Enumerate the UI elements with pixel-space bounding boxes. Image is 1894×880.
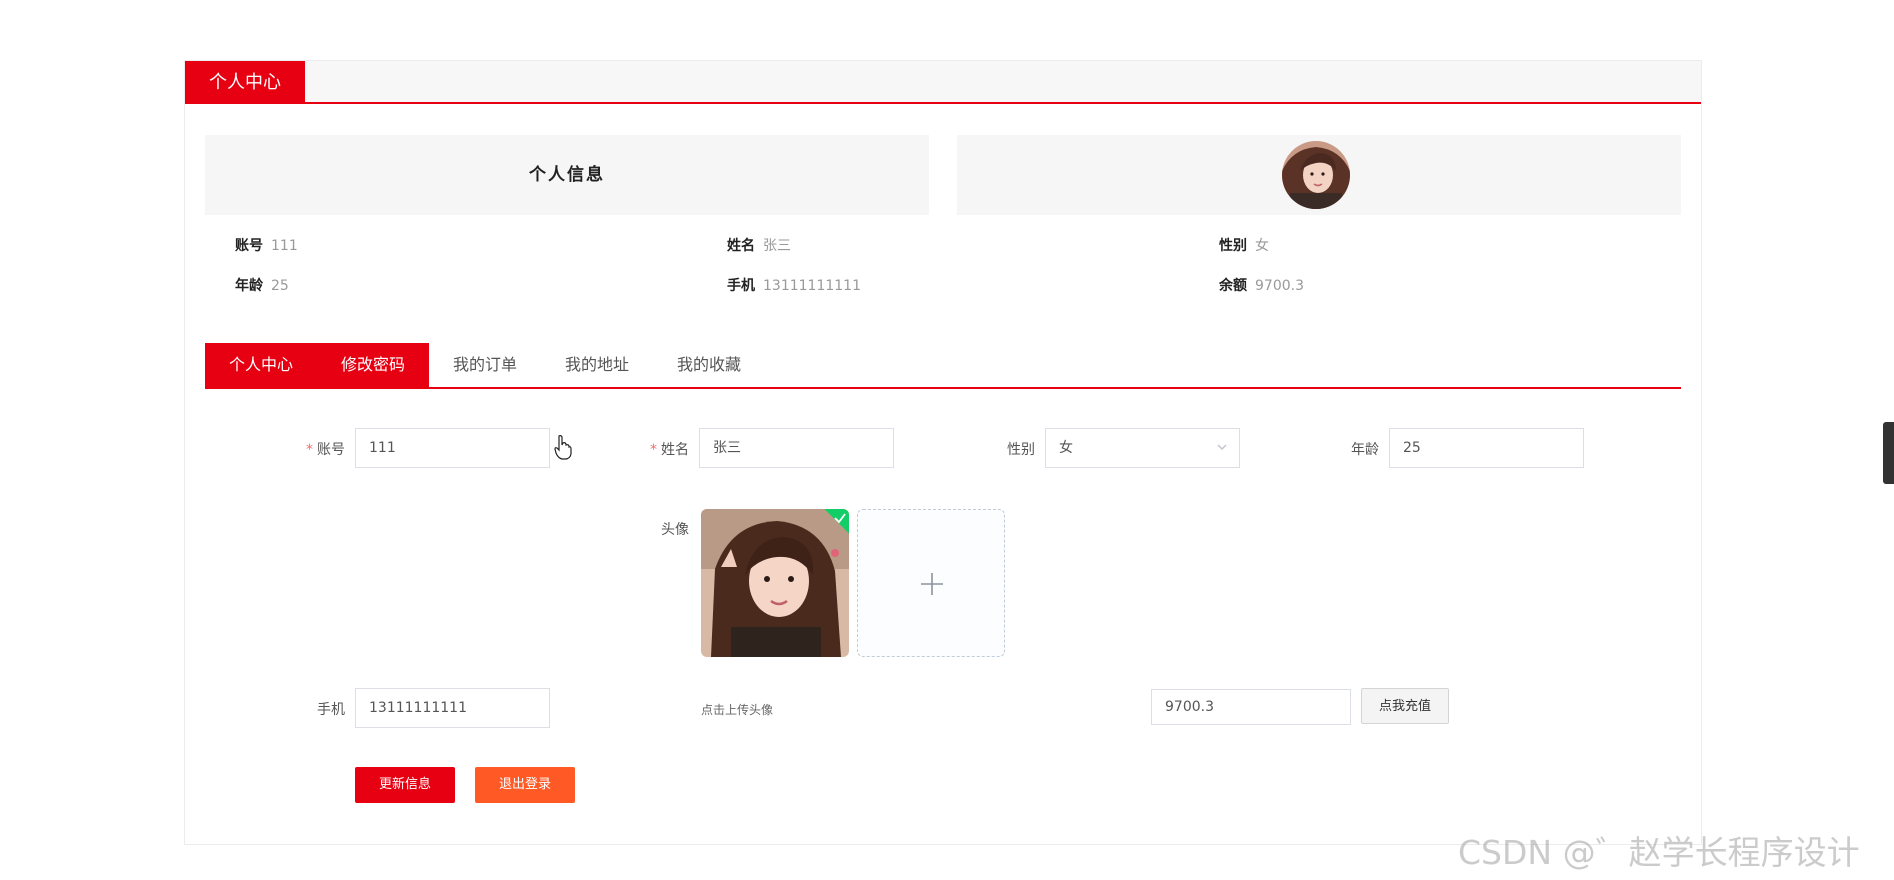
account-input[interactable]: 111 xyxy=(355,428,550,468)
hand-cursor-icon xyxy=(554,435,572,460)
balance-input[interactable]: 9700.3 xyxy=(1151,689,1351,725)
info-name: 姓名 张三 xyxy=(727,235,791,255)
uploaded-avatar[interactable] xyxy=(701,509,849,657)
info-value: 女 xyxy=(1255,238,1269,254)
gender-label: 性别 xyxy=(1007,442,1035,458)
tab-my-favorites[interactable]: 我的收藏 xyxy=(653,343,765,387)
personal-info-title: 个人信息 xyxy=(529,165,605,185)
tab-my-orders[interactable]: 我的订单 xyxy=(429,343,541,387)
avatar-photo xyxy=(1282,141,1350,209)
upload-trigger[interactable] xyxy=(857,509,1005,657)
account-label-text: 账号 xyxy=(317,442,345,458)
phone-label: 手机 xyxy=(317,702,345,718)
card-title-tab: 个人中心 xyxy=(185,61,305,104)
avatar xyxy=(1282,141,1350,209)
plus-icon xyxy=(921,573,943,595)
card-header: 个人中心 xyxy=(185,61,1701,104)
avatar-photo xyxy=(701,509,849,657)
info-key: 姓名 xyxy=(727,238,755,254)
info-key: 年龄 xyxy=(235,278,263,294)
update-info-button[interactable]: 更新信息 xyxy=(355,767,455,803)
info-key: 账号 xyxy=(235,238,263,254)
info-value: 9700.3 xyxy=(1255,278,1304,294)
profile-tabs: 个人中心 修改密码 我的订单 我的地址 我的收藏 xyxy=(205,343,1681,389)
avatar-header xyxy=(957,135,1681,215)
gender-select-value: 女 xyxy=(1059,440,1073,456)
info-age: 年龄 25 xyxy=(235,275,289,295)
tab-my-address[interactable]: 我的地址 xyxy=(541,343,653,387)
required-mark: * xyxy=(306,442,313,458)
info-value: 13111111111 xyxy=(763,278,861,294)
name-label-text: 姓名 xyxy=(661,442,689,458)
name-input[interactable]: 张三 xyxy=(699,428,894,468)
csdn-watermark: CSDN @゛赵学长程序设计 xyxy=(1458,833,1860,872)
tab-change-password[interactable]: 修改密码 xyxy=(317,343,429,387)
info-value: 111 xyxy=(271,238,298,254)
info-account: 账号 111 xyxy=(235,235,298,255)
gender-select[interactable]: 女 xyxy=(1045,428,1240,468)
chevron-down-icon xyxy=(1217,444,1227,450)
info-value: 张三 xyxy=(763,238,791,254)
personal-info-header: 个人信息 xyxy=(205,135,929,215)
info-key: 手机 xyxy=(727,278,755,294)
info-phone: 手机 13111111111 xyxy=(727,275,861,295)
info-value: 25 xyxy=(271,278,289,294)
info-key: 性别 xyxy=(1219,238,1247,254)
info-key: 余额 xyxy=(1219,278,1247,294)
age-label: 年龄 xyxy=(1351,442,1379,458)
logout-button[interactable]: 退出登录 xyxy=(475,767,575,803)
personal-center-card: 个人中心 个人信息 账号 111 姓名 张三 性别女 年龄 25 手机 1311… xyxy=(184,60,1702,845)
name-label: * 姓名 xyxy=(609,439,689,459)
info-balance: 余额 9700.3 xyxy=(1219,275,1304,295)
required-mark: * xyxy=(650,442,657,458)
info-gender: 性别女 xyxy=(1219,235,1269,255)
upload-hint: 点击上传头像 xyxy=(701,703,774,717)
age-input[interactable]: 25 xyxy=(1389,428,1584,468)
scrollbar-thumb[interactable] xyxy=(1883,422,1894,484)
tab-personal-center[interactable]: 个人中心 xyxy=(205,343,317,387)
avatar-label: 头像 xyxy=(661,522,689,538)
check-icon xyxy=(834,513,846,524)
recharge-button[interactable]: 点我充值 xyxy=(1361,688,1449,724)
phone-input[interactable]: 13111111111 xyxy=(355,688,550,728)
account-label: * 账号 xyxy=(265,439,345,459)
